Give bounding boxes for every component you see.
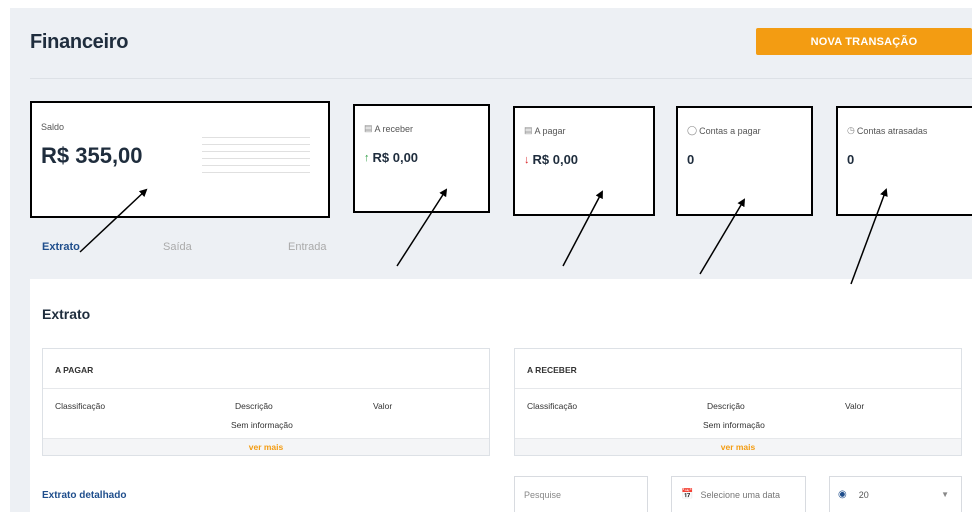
balance-label: Saldo [41,122,65,132]
bills-to-pay-label: Contas a pagar [699,125,761,136]
payable-value: R$ 0,00 [532,152,579,167]
page-size-value: 20 [858,489,869,500]
balance-value: R$ 355,00 [41,143,143,168]
search-input[interactable] [515,489,647,500]
clock-icon: ◷ [847,125,855,135]
arrow-down-icon: ↓ [524,153,530,166]
receivable-value: R$ 0,00 [372,150,419,165]
tab-entrada[interactable]: Entrada [288,241,327,253]
payable-table: A PAGAR Classificação Descrição Valor Se… [42,348,490,456]
bills-to-pay-card: ◯ Contas a pagar 0 [676,106,813,216]
page-size-select[interactable]: ◉ 20 ▼ [829,476,962,512]
statement-title: Extrato [42,306,91,322]
money-bag-icon: ◯ [687,125,698,135]
page-title: Financeiro [30,31,129,53]
chevron-down-icon: ▼ [941,490,949,499]
bills-to-pay-value: 0 [687,152,695,167]
document-icon: ▤ [364,123,373,133]
document-icon: ▤ [524,125,533,135]
balance-sparkline [202,137,310,179]
tab-extrato[interactable]: Extrato [42,241,80,253]
eye-icon: ◉ [838,489,847,500]
column-header-valor: Valor [845,401,865,411]
payable-table-heading: A PAGAR [55,365,94,375]
header-divider [30,78,972,79]
receivable-table-heading: A RECEBER [527,365,577,375]
receivable-table: A RECEBER Classificação Descrição Valor … [514,348,962,456]
date-picker[interactable]: 📅 Selecione uma data [671,476,806,512]
see-more-link[interactable]: ver mais [43,438,489,455]
column-header-descricao: Descrição [707,401,745,411]
receivable-label: A receber [374,123,414,134]
arrow-up-icon: ↑ [364,151,370,164]
column-header-descricao: Descrição [235,401,273,411]
payable-label: A pagar [534,125,566,136]
detailed-statement-title: Extrato detalhado [42,490,127,501]
balance-card: Saldo R$ 355,00 [30,101,330,218]
calendar-icon: 📅 [681,489,694,500]
overdue-bills-card: ◷ Contas atrasadas 0 [836,106,972,216]
column-header-classificacao: Classificação [55,401,106,411]
date-placeholder: Selecione uma data [700,489,781,500]
column-header-valor: Valor [373,401,393,411]
empty-message: Sem informação [703,420,765,430]
see-more-link[interactable]: ver mais [515,438,961,455]
tab-saida[interactable]: Saída [163,241,192,253]
search-field[interactable] [514,476,648,512]
payable-card: ▤ A pagar ↓ R$ 0,00 [513,106,655,216]
overdue-bills-value: 0 [847,152,855,167]
new-transaction-button[interactable]: NOVA TRANSAÇÃO [756,28,972,55]
column-header-classificacao: Classificação [527,401,578,411]
receivable-card: ▤ A receber ↑ R$ 0,00 [353,104,490,213]
overdue-bills-label: Contas atrasadas [856,125,928,136]
empty-message: Sem informação [231,420,293,430]
